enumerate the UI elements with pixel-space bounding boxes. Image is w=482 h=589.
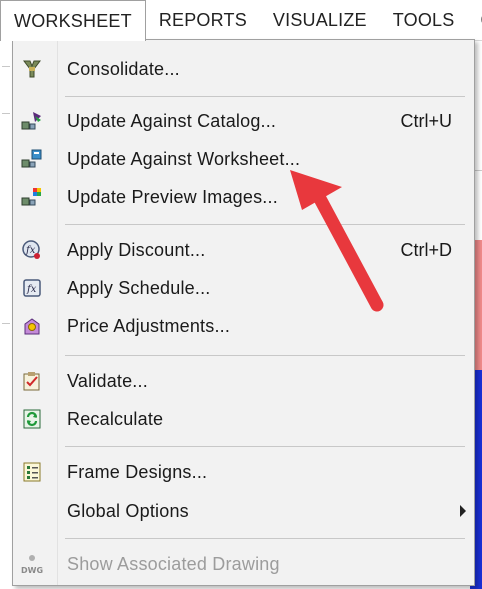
dwg-icon: DWG bbox=[21, 553, 43, 575]
menu-item-label: Global Options bbox=[67, 500, 189, 521]
menu-separator bbox=[65, 538, 465, 539]
recalculate-icon bbox=[21, 408, 43, 430]
menu-item-show-associated-drawing: DWG Show Associated Drawing bbox=[13, 545, 474, 583]
menu-item-apply-schedule[interactable]: fx Apply Schedule... bbox=[13, 269, 474, 307]
frame-designs-icon bbox=[21, 461, 43, 483]
menu-item-validate[interactable]: Validate... bbox=[13, 362, 474, 400]
menu-separator bbox=[65, 224, 465, 225]
menu-tools[interactable]: TOOLS bbox=[380, 0, 468, 40]
menu-item-shortcut: Ctrl+U bbox=[400, 110, 452, 131]
worksheet-dropdown-menu: Consolidate... Update Against Catalog...… bbox=[12, 39, 475, 586]
menu-separator bbox=[65, 96, 465, 97]
menu-item-label: Price Adjustments... bbox=[67, 315, 231, 336]
update-catalog-icon bbox=[21, 110, 43, 132]
menu-item-label: Apply Schedule... bbox=[67, 277, 211, 298]
menu-item-update-against-catalog[interactable]: Update Against Catalog... Ctrl+U bbox=[13, 102, 474, 140]
menu-item-recalculate[interactable]: Recalculate bbox=[13, 400, 474, 438]
menu-item-consolidate[interactable]: Consolidate... bbox=[13, 50, 474, 88]
price-adjustments-icon bbox=[21, 315, 43, 337]
menu-item-label: Validate... bbox=[67, 370, 148, 391]
menu-item-update-preview-images[interactable]: Update Preview Images... bbox=[13, 178, 474, 216]
menu-reports[interactable]: REPORTS bbox=[146, 0, 260, 40]
background-tick bbox=[2, 323, 10, 324]
menu-item-shortcut: Ctrl+D bbox=[400, 239, 452, 260]
menu-truncated[interactable]: C bbox=[467, 0, 482, 40]
menu-item-update-against-worksheet[interactable]: Update Against Worksheet... bbox=[13, 140, 474, 178]
svg-text:DWG: DWG bbox=[21, 566, 43, 575]
menu-visualize[interactable]: VISUALIZE bbox=[260, 0, 380, 40]
menu-bar: WORKSHEET REPORTS VISUALIZE TOOLS C bbox=[0, 0, 482, 41]
menu-item-label: Update Preview Images... bbox=[67, 186, 278, 207]
menu-item-label: Recalculate bbox=[67, 408, 164, 429]
apply-schedule-icon: fx bbox=[21, 277, 43, 299]
menu-item-label: Consolidate... bbox=[67, 58, 180, 79]
menu-item-label: Frame Designs... bbox=[67, 461, 208, 482]
menu-item-price-adjustments[interactable]: Price Adjustments... bbox=[13, 307, 474, 345]
menu-item-label: Apply Discount... bbox=[67, 239, 206, 260]
menu-item-label: Update Against Worksheet... bbox=[67, 148, 301, 169]
svg-text:fx: fx bbox=[26, 284, 37, 295]
menu-item-label: Update Against Catalog... bbox=[67, 110, 277, 131]
update-preview-images-icon bbox=[21, 186, 43, 208]
consolidate-icon bbox=[21, 58, 43, 80]
submenu-arrow-icon bbox=[460, 505, 466, 517]
menu-item-global-options[interactable]: Global Options bbox=[13, 492, 474, 530]
menu-item-frame-designs[interactable]: Frame Designs... bbox=[13, 453, 474, 491]
menu-item-apply-discount[interactable]: fx Apply Discount... Ctrl+D bbox=[13, 231, 474, 269]
menu-worksheet[interactable]: WORKSHEET bbox=[0, 0, 146, 41]
background-tick bbox=[2, 113, 10, 114]
menu-separator bbox=[65, 355, 465, 356]
menu-separator bbox=[65, 446, 465, 447]
update-worksheet-icon bbox=[21, 148, 43, 170]
validate-icon bbox=[21, 370, 43, 392]
apply-discount-icon: fx bbox=[21, 239, 43, 261]
svg-text:fx: fx bbox=[25, 245, 36, 256]
menu-item-label: Show Associated Drawing bbox=[67, 553, 280, 574]
background-tick bbox=[2, 66, 10, 67]
